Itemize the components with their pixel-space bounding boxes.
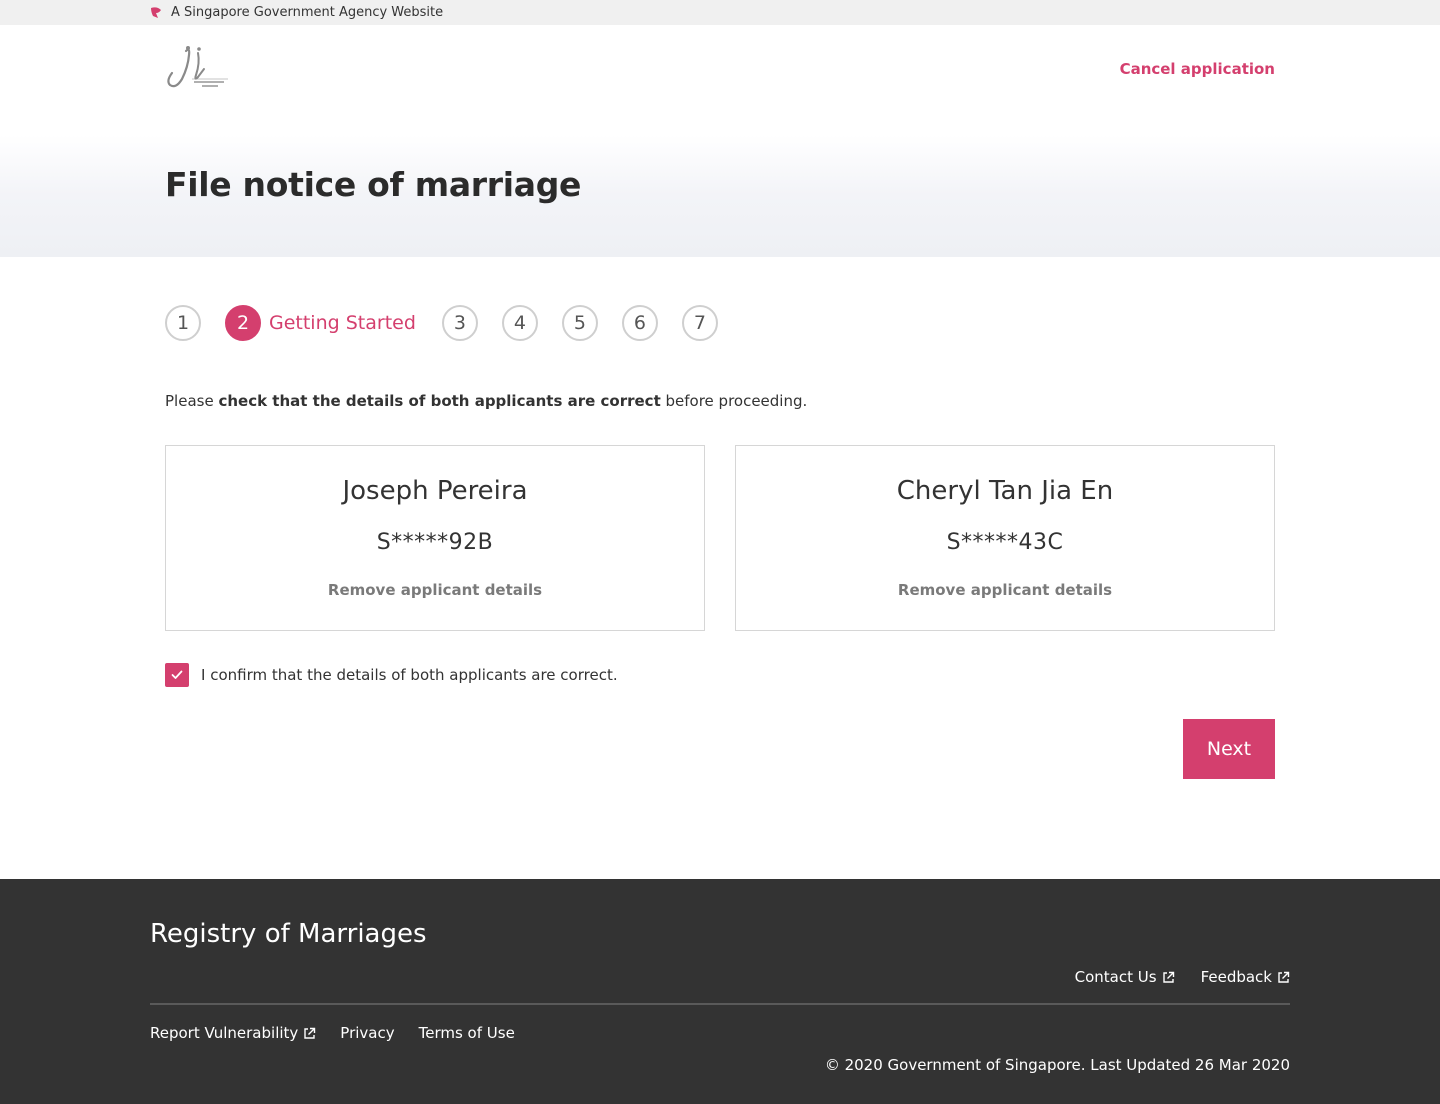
contact-us-label: Contact Us (1074, 968, 1157, 986)
contact-us-link[interactable]: Contact Us (1075, 968, 1175, 986)
page-title: File notice of marriage (165, 165, 582, 204)
applicant-id: S*****92B (376, 530, 494, 555)
external-link-icon (304, 1027, 316, 1039)
confirm-checkbox[interactable] (165, 663, 189, 687)
external-link-icon (1278, 971, 1290, 983)
instruction-text: Please check that the details of both ap… (165, 392, 807, 410)
step-2-active: 2 (225, 305, 261, 341)
applicant-card-1: Joseph Pereira S*****92B Remove applican… (165, 445, 705, 631)
applicant-name: Joseph Pereira (342, 476, 528, 506)
remove-applicant-link[interactable]: Remove applicant details (328, 581, 542, 599)
terms-of-use-link[interactable]: Terms of Use (419, 1024, 515, 1042)
step-4: 4 (501, 305, 538, 341)
feedback-label: Feedback (1200, 968, 1272, 986)
applicant-cards: Joseph Pereira S*****92B Remove applican… (165, 445, 1275, 631)
progress-stepper: 1 2 Getting Started 3 4 5 6 7 (165, 305, 742, 341)
page-header: Cancel application File notice of marria… (0, 25, 1440, 257)
lion-head-icon (151, 6, 161, 18)
step-7: 7 (681, 305, 718, 341)
footer-links-top: Contact Us Feedback (1075, 968, 1290, 986)
site-footer: Registry of Marriages Contact Us Feedbac… (0, 879, 1440, 1104)
footer-title: Registry of Marriages (150, 919, 427, 949)
copyright-text: © 2020 Government of Singapore. Last Upd… (824, 1056, 1290, 1074)
remove-applicant-link[interactable]: Remove applicant details (898, 581, 1112, 599)
feedback-link[interactable]: Feedback (1201, 968, 1290, 986)
applicant-card-2: Cheryl Tan Jia En S*****43C Remove appli… (735, 445, 1275, 631)
step-5: 5 (561, 305, 598, 341)
instruction-prefix: Please (165, 392, 219, 410)
step-1: 1 (165, 305, 201, 341)
applicant-id: S*****43C (946, 530, 1064, 555)
next-button[interactable]: Next (1183, 719, 1275, 779)
cancel-application-link[interactable]: Cancel application (1120, 60, 1275, 78)
applicant-name: Cheryl Tan Jia En (896, 476, 1114, 506)
gov-masthead: A Singapore Government Agency Website (0, 0, 1440, 25)
footer-divider (150, 1003, 1290, 1005)
masthead-text: A Singapore Government Agency Website (171, 5, 444, 20)
active-step-label: Getting Started (269, 312, 416, 334)
footer-links-bottom: Report Vulnerability Privacy Terms of Us… (150, 1024, 515, 1042)
confirm-row: I confirm that the details of both appli… (165, 663, 618, 687)
report-vulnerability-link[interactable]: Report Vulnerability (150, 1024, 316, 1042)
external-link-icon (1162, 971, 1174, 983)
step-6: 6 (621, 305, 658, 341)
step-3: 3 (441, 305, 478, 341)
instruction-suffix: before proceeding. (660, 392, 808, 410)
registry-of-marriages-logo-icon[interactable] (164, 43, 232, 95)
instruction-bold: check that the details of both applicant… (218, 392, 661, 410)
report-vulnerability-label: Report Vulnerability (150, 1024, 299, 1042)
confirm-label: I confirm that the details of both appli… (201, 666, 618, 684)
checkmark-icon (171, 670, 183, 679)
privacy-link[interactable]: Privacy (340, 1024, 394, 1042)
